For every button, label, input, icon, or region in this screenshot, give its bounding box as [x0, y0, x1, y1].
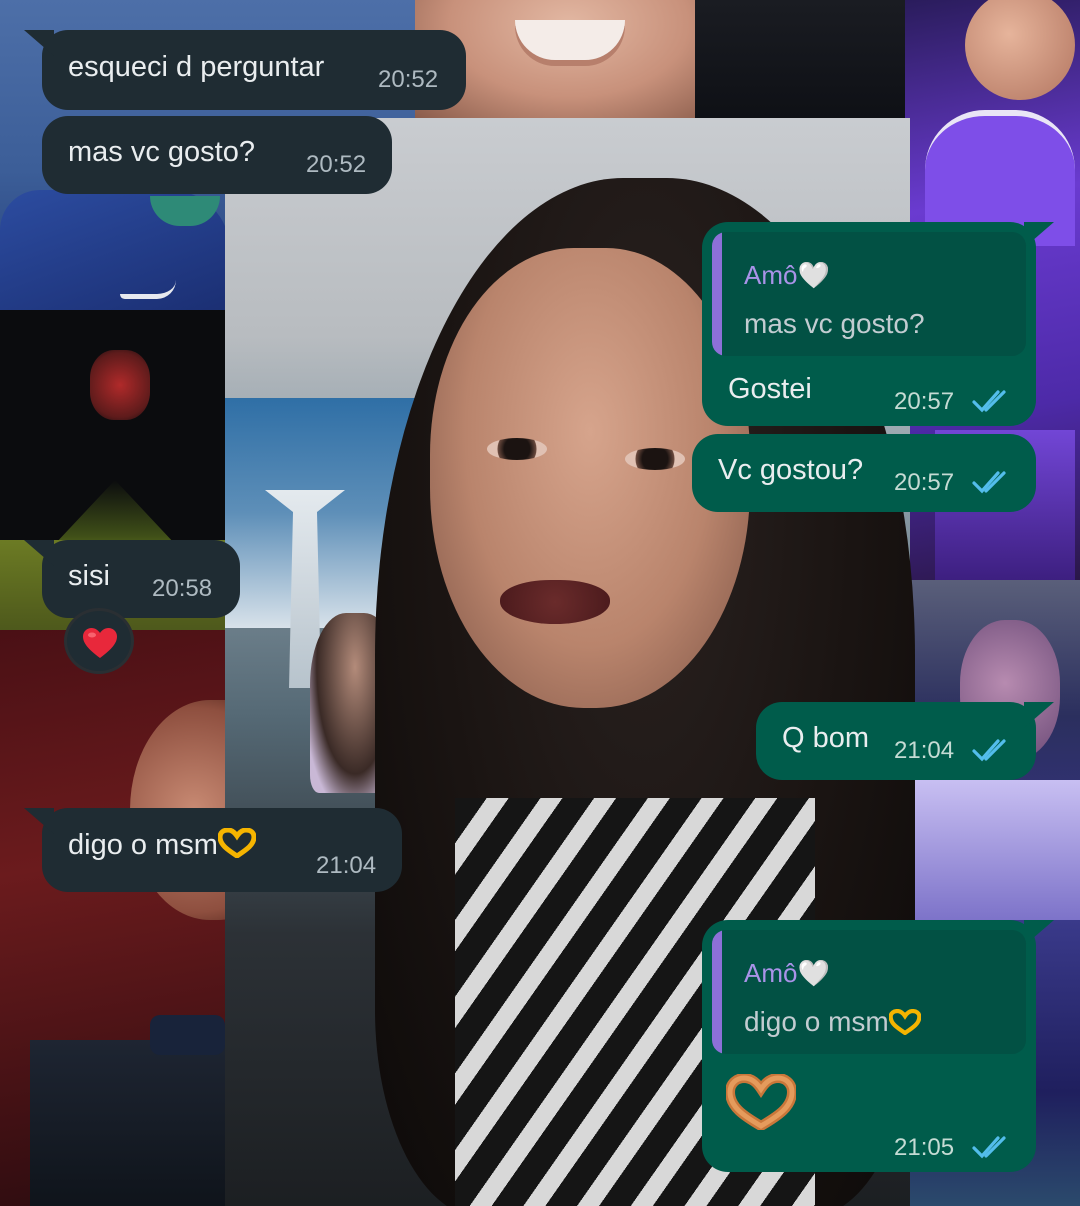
message-text: Q bom: [782, 722, 870, 754]
message-time: 20:57: [894, 388, 955, 415]
message-time: 21:04: [316, 852, 377, 879]
message-outgoing[interactable]: Amô🤍 digo o msm 21:05: [702, 920, 1054, 1172]
message-outgoing[interactable]: Q bom 21:04: [756, 702, 1054, 780]
quote-text: mas vc gosto?: [744, 308, 925, 339]
message-outgoing[interactable]: Vc gostou? 20:57: [692, 434, 1036, 512]
bubble-tail: [24, 540, 54, 566]
message-incoming[interactable]: mas vc gosto? 20:52: [42, 116, 392, 194]
message-text: sisi: [68, 560, 110, 592]
heart-hands-icon: [217, 828, 256, 858]
read-receipt-icon: [972, 1132, 1016, 1162]
message-outgoing[interactable]: Amô🤍 mas vc gosto? Gostei 20:57: [702, 222, 1054, 426]
message-list[interactable]: esqueci d perguntar 20:52 mas vc gosto? …: [0, 0, 1080, 1206]
red-heart-icon: [83, 628, 117, 658]
bubble-tail: [24, 808, 54, 834]
quoted-message[interactable]: Amô🤍 mas vc gosto?: [712, 232, 1026, 356]
bubble-tail: [1024, 920, 1054, 946]
quote-bar: [712, 232, 722, 356]
message-time: 20:57: [894, 469, 955, 496]
message-text: mas vc gosto?: [68, 136, 255, 168]
message-text: esqueci d perguntar: [68, 51, 325, 83]
message-text: Vc gostou?: [718, 454, 864, 486]
message-time: 20:52: [378, 66, 439, 93]
message-incoming[interactable]: sisi 20:58: [24, 540, 240, 618]
bubble-tail: [1024, 702, 1054, 728]
heart-hands-emoji-icon: [726, 1074, 796, 1130]
bubble-tail: [1024, 222, 1054, 248]
bubble-tail: [24, 30, 54, 56]
message-time: 21:04: [894, 737, 955, 764]
quote-text-content: digo o msm: [744, 1006, 889, 1037]
message-reaction[interactable]: [64, 608, 134, 674]
read-receipt-icon: [972, 386, 1016, 416]
message-time: 20:58: [152, 575, 213, 602]
message-text-content: digo o msm: [68, 829, 218, 861]
message-time: 20:52: [306, 151, 367, 178]
message-text: digo o msm: [68, 828, 256, 862]
quoted-message[interactable]: Amô🤍 digo o msm: [712, 930, 1026, 1054]
quote-author: Amô🤍: [744, 958, 830, 988]
message-incoming[interactable]: digo o msm 21:04: [24, 808, 402, 892]
message-text: Gostei: [728, 373, 812, 405]
quote-bar: [712, 930, 722, 1054]
read-receipt-icon: [972, 735, 1016, 765]
heart-hands-icon: [888, 1009, 921, 1035]
message-time: 21:05: [894, 1134, 955, 1161]
quote-author: Amô🤍: [744, 260, 830, 290]
quote-text: digo o msm: [744, 1006, 921, 1038]
message-incoming[interactable]: esqueci d perguntar 20:52: [24, 30, 466, 110]
read-receipt-icon: [972, 467, 1016, 497]
